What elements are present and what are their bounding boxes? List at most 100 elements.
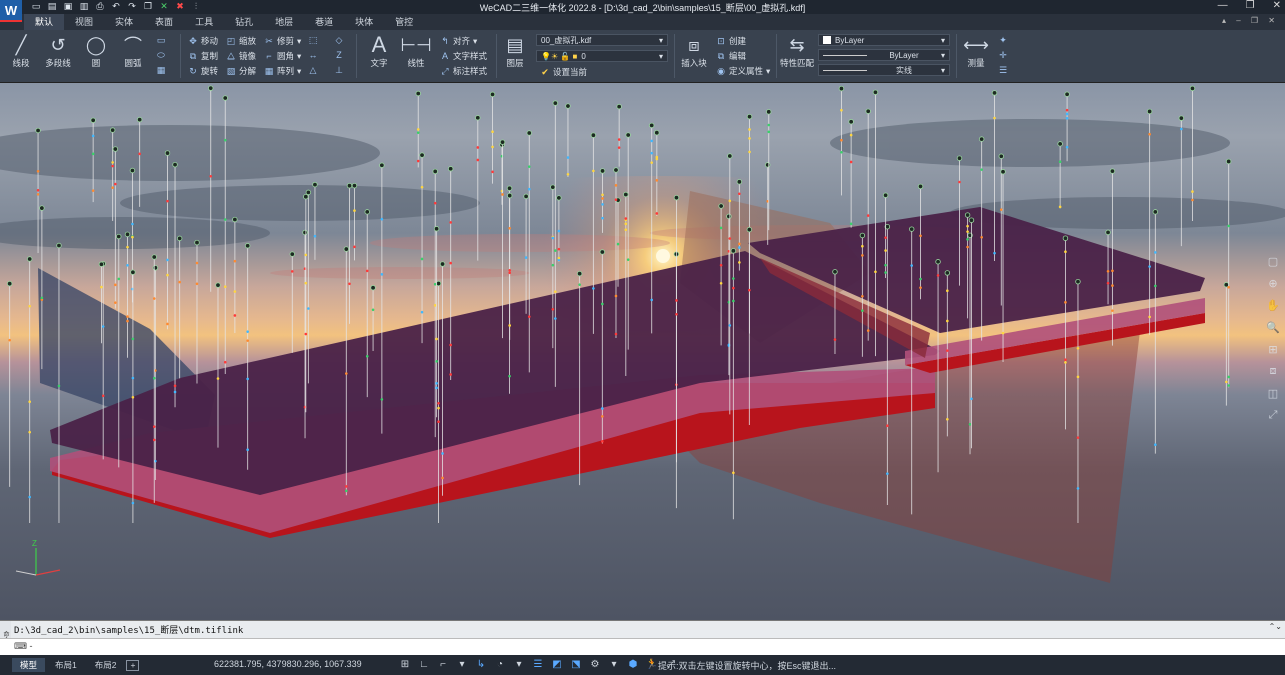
borehole-collar[interactable] (433, 226, 440, 232)
borehole-collar[interactable] (613, 167, 619, 173)
borehole-collar[interactable] (1062, 235, 1069, 241)
borehole-collar[interactable] (625, 132, 631, 138)
linear-dim-button[interactable]: ⊢⊣ 线性 (400, 33, 431, 69)
borehole-collar[interactable] (164, 150, 171, 156)
borehole-collar[interactable] (599, 249, 606, 255)
tab-drilling[interactable]: 钻孔 (224, 14, 264, 30)
line-button[interactable]: ╱ 线段 (6, 33, 36, 69)
borehole-collar[interactable] (35, 127, 41, 134)
borehole-collar[interactable] (244, 243, 251, 249)
copy-window-icon[interactable]: ❐ (142, 1, 154, 12)
align-dropdown-icon[interactable]: ▾ (473, 36, 477, 47)
borehole-collar[interactable] (130, 269, 136, 275)
borehole-collar[interactable] (917, 183, 924, 190)
borehole-collar[interactable] (90, 117, 96, 123)
scroll-arrows-icon[interactable]: ⌃⌄ (1269, 622, 1282, 631)
layers-button[interactable]: ▤ 图层 (502, 33, 528, 69)
borehole-collar[interactable] (865, 108, 871, 114)
osnap-icon[interactable]: ◔ (493, 658, 507, 671)
add-layout-button[interactable]: + (126, 659, 140, 671)
layout-tab-2[interactable]: 布局2 (87, 658, 125, 672)
tab-solid[interactable]: 实体 (104, 14, 144, 30)
borehole-collar[interactable] (718, 203, 724, 209)
point-tool[interactable]: ✦ (998, 35, 1008, 46)
view-cube-icon[interactable]: ▢ (1265, 253, 1281, 269)
dropdown-icon[interactable]: ▾ (512, 658, 526, 671)
borehole-collar[interactable] (109, 127, 116, 133)
create-block-button[interactable]: ⊡ 创建 (716, 35, 746, 47)
text-button[interactable]: A 文字 (366, 32, 392, 69)
borehole-collar[interactable] (499, 139, 506, 145)
borehole-collar[interactable] (726, 213, 732, 220)
layout-tab-1[interactable]: 布局1 (47, 658, 85, 672)
borehole-collar[interactable] (312, 181, 318, 188)
tab-default[interactable]: 默认 (24, 14, 65, 30)
borehole-collar[interactable] (151, 254, 157, 260)
ortho-icon[interactable]: ⌐ (436, 658, 450, 671)
borehole-collar[interactable] (616, 103, 622, 110)
define-attr-dropdown-icon[interactable]: ▾ (766, 66, 770, 77)
borehole-collar[interactable] (998, 153, 1004, 159)
erase-tool[interactable]: ◇ (334, 35, 344, 46)
trim-dropdown-icon[interactable]: ▾ (297, 36, 301, 47)
trim-button[interactable]: ✂ 修剪 ▾ (264, 35, 301, 47)
move-button[interactable]: ✥ 移动 (188, 35, 218, 47)
borehole-collar[interactable] (1146, 108, 1153, 115)
minimize-icon[interactable]: — (1218, 0, 1228, 11)
borehole-collar[interactable] (1064, 91, 1070, 97)
pan-icon[interactable]: ✋ (1265, 297, 1281, 313)
borehole-collar[interactable] (556, 195, 562, 201)
borehole-collar[interactable] (1000, 169, 1006, 175)
borehole-collar[interactable] (848, 119, 854, 125)
settings-gear-icon[interactable]: ⚙ (588, 658, 602, 671)
borehole-collar[interactable] (765, 162, 771, 168)
borehole-collar[interactable] (552, 100, 559, 106)
borehole-collar[interactable] (1189, 85, 1196, 92)
borehole-collar[interactable] (968, 217, 975, 223)
borehole-collar[interactable] (124, 231, 131, 238)
tab-surface[interactable]: 表面 (144, 14, 184, 30)
orbit-icon[interactable]: ⊕ (1265, 275, 1281, 291)
borehole-collar[interactable] (364, 209, 370, 215)
customize-dropdown-icon[interactable]: ⫶ (190, 1, 202, 12)
borehole-collar[interactable] (523, 193, 529, 200)
zoom-icon[interactable]: 🔍 (1265, 319, 1281, 335)
save-as-icon[interactable]: ▥ (78, 1, 90, 12)
borehole-collar[interactable] (506, 185, 513, 191)
borehole-collar[interactable] (978, 136, 985, 142)
restore-icon[interactable]: ❐ (1246, 0, 1255, 11)
borehole-collar[interactable] (176, 235, 183, 242)
borehole-collar[interactable] (112, 146, 119, 152)
borehole-collar[interactable] (222, 95, 228, 101)
ribbon-window-controls[interactable]: ▴ – ❐ ✕ (1222, 16, 1279, 25)
offset-tool[interactable]: △ (308, 65, 318, 76)
3d-object-icon[interactable]: ⬢ (626, 658, 640, 671)
borehole-collar[interactable] (305, 189, 312, 196)
borehole-collar[interactable] (730, 248, 737, 254)
borehole-collar[interactable] (379, 162, 385, 168)
borehole-collar[interactable] (1057, 141, 1063, 147)
tab-block[interactable]: 块体 (344, 14, 384, 30)
polyline-button[interactable]: ↺ 多段线 (40, 33, 76, 69)
borehole-collar[interactable] (649, 122, 655, 129)
borehole-collar[interactable] (432, 168, 438, 175)
borehole-collar[interactable] (215, 282, 221, 288)
borehole-collar[interactable] (1075, 278, 1081, 285)
borehole-collar[interactable] (882, 192, 889, 198)
close-green-icon[interactable]: ✕ (158, 1, 170, 12)
dashed-rect-tool[interactable]: ⬚ (308, 35, 318, 46)
lineweight-toggle-icon[interactable]: ☰ (531, 658, 545, 671)
borehole-collar[interactable] (1105, 229, 1111, 236)
tab-tools[interactable]: 工具 (184, 14, 224, 30)
tab-tunnel[interactable]: 巷道 (304, 14, 344, 30)
dim-style-button[interactable]: ⤢ 标注样式 (440, 65, 487, 77)
borehole-collar[interactable] (447, 166, 454, 172)
save-icon[interactable]: ▣ (62, 1, 74, 12)
fullscreen-icon[interactable]: ⤢ (1265, 407, 1281, 423)
borehole-collar[interactable] (343, 246, 350, 252)
borehole-collar[interactable] (736, 179, 743, 185)
borehole-collar[interactable] (303, 194, 309, 200)
borehole-collar[interactable] (232, 216, 238, 223)
borehole-collar[interactable] (944, 270, 951, 276)
text-style-button[interactable]: A 文字样式 (440, 50, 487, 62)
